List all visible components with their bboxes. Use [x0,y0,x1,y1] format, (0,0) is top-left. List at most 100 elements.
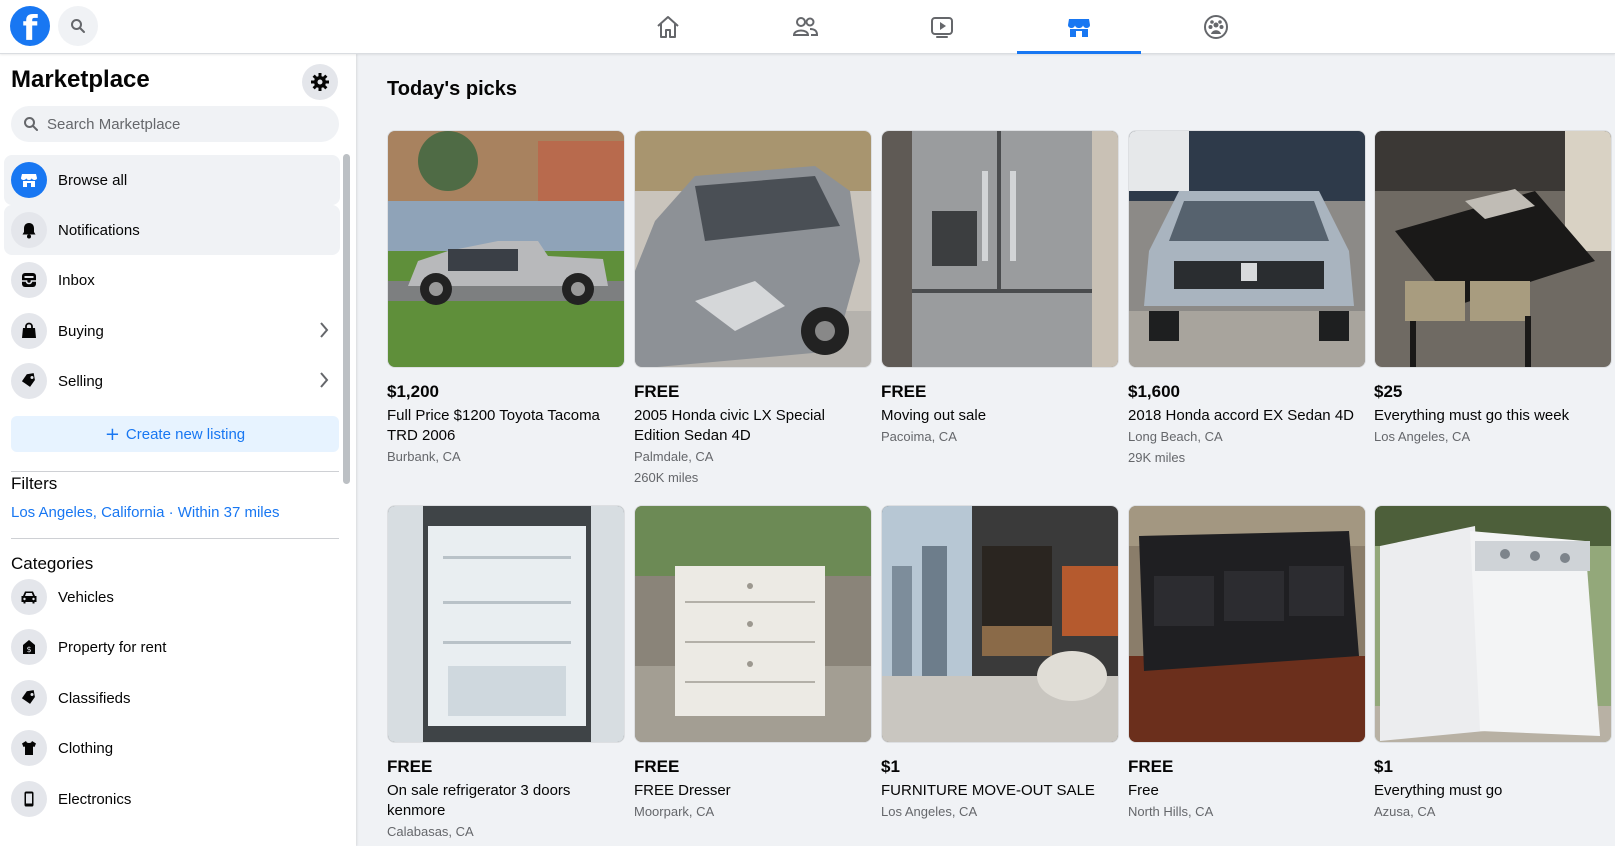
listing-price: $25 [1374,382,1403,401]
categories-heading: Categories [11,554,94,573]
sidebar-item-browse-all[interactable]: Browse all [4,155,340,205]
listing-price: FREE [634,382,680,401]
listing-photo[interactable] [634,505,872,743]
washer-dryer-photo [1375,506,1611,742]
sidebar-item-label: Notifications [58,221,140,239]
category-clothing[interactable]: Clothing [4,723,340,773]
listing-price: FREE [387,757,433,776]
location-filter-link[interactable]: Los Angeles, California · Within 37 mile… [11,504,279,521]
listing-price: $1,600 [1128,382,1180,401]
tab-watch[interactable] [880,0,1004,54]
listing-photo[interactable] [1374,505,1612,743]
facebook-logo-letter: f [22,9,38,46]
listing-card[interactable]: FREE FREE Dresser Moorpark, CA [634,505,872,821]
search-icon [24,117,38,131]
tab-friends[interactable] [743,0,867,54]
dining-table-photo [1375,131,1611,367]
category-label: Property for rent [58,638,167,656]
tab-groups[interactable] [1154,0,1278,54]
listing-photo[interactable] [881,505,1119,743]
listing-card[interactable]: FREE Moving out sale Pacoima, CA [881,130,1119,446]
search-marketplace-field[interactable] [11,106,339,142]
listing-card[interactable]: FREE On sale refrigerator 3 doors kenmor… [387,505,625,841]
category-electronics[interactable]: Electronics [4,774,340,824]
page-title: Today's picks [387,78,517,100]
plus-icon: + [104,423,120,445]
category-label: Clothing [58,739,114,757]
listing-mileage: 29K miles [1128,450,1186,465]
search-icon [71,19,85,33]
category-label: Classifieds [58,689,131,707]
sidebar-title: Marketplace [11,66,150,93]
listing-title: FURNITURE MOVE-OUT SALE [881,782,1095,799]
sidebar-item-label: Selling [58,372,104,390]
sidebar-item-selling[interactable]: Selling [4,356,340,406]
top-navigation-bar: f [0,0,1615,54]
gear-icon [311,73,329,91]
listing-photo[interactable] [1128,505,1366,743]
home-icon [657,16,679,38]
listing-photo[interactable] [881,130,1119,368]
search-marketplace-input[interactable] [47,115,317,133]
listing-location: Calabasas, CA [387,824,474,839]
category-vehicles[interactable]: Vehicles [4,572,340,622]
listing-photo[interactable] [634,130,872,368]
create-new-listing-button[interactable]: + Create new listing [11,416,339,452]
listing-title: Moving out sale [881,407,987,424]
truck-photo [388,131,624,367]
living-room-photo [882,506,1118,742]
listing-location: Los Angeles, CA [881,804,978,819]
listing-photo[interactable] [1128,130,1366,368]
category-label: Vehicles [58,588,114,606]
listing-location: North Hills, CA [1128,804,1214,819]
listing-price: $1 [1374,757,1393,776]
listing-card[interactable]: $1 Everything must go Azusa, CA [1374,505,1612,821]
sidebar-item-label: Inbox [58,271,95,289]
sidebar-item-notifications[interactable]: Notifications [4,205,340,255]
listing-card[interactable]: $1,600 2018 Honda accord EX Sedan 4D Lon… [1128,130,1366,467]
listing-photo[interactable] [387,130,625,368]
listing-location: Los Angeles, CA [1374,429,1471,444]
chevron-right-icon [320,322,329,338]
inbox-icon [11,262,47,298]
listing-photo[interactable] [1374,130,1612,368]
listing-title: On sale refrigerator 3 doors kenmore [387,782,571,819]
search-button[interactable] [58,6,98,46]
sidebar-scrollbar[interactable] [343,154,350,484]
listing-photo[interactable] [387,505,625,743]
listing-card[interactable]: FREE Free North Hills, CA [1128,505,1366,821]
listing-location: Pacoima, CA [881,429,957,444]
listing-title: Full Price $1200 Toyota Tacoma TRD 2006 [387,407,600,444]
chevron-right-icon [320,372,329,388]
listing-price: $1,200 [387,382,439,401]
listing-card[interactable]: FREE 2005 Honda civic LX Special Edition… [634,130,872,487]
facebook-logo[interactable]: f [10,6,50,46]
house-dollar-icon: $ [11,629,47,665]
listing-price: $1 [881,757,900,776]
listing-price: FREE [881,382,927,401]
shirt-icon [11,730,47,766]
category-property-for-rent[interactable]: $ Property for rent [4,622,340,672]
listing-title: 2018 Honda accord EX Sedan 4D [1128,407,1354,424]
listing-card[interactable]: $1 FURNITURE MOVE-OUT SALE Los Angeles, … [881,505,1119,821]
sidebar-item-label: Buying [58,322,104,340]
sidebar-item-buying[interactable]: Buying [4,306,340,356]
tab-marketplace[interactable] [1017,0,1141,54]
sidebar-item-inbox[interactable]: Inbox [4,255,340,305]
listing-card[interactable]: $25 Everything must go this week Los Ang… [1374,130,1612,446]
filters-heading: Filters [11,474,58,493]
listing-location: Moorpark, CA [634,804,715,819]
listing-title: FREE Dresser [634,782,731,799]
shopping-bag-icon [11,313,47,349]
tag-icon [11,363,47,399]
listing-card[interactable]: $1,200 Full Price $1200 Toyota Tacoma TR… [387,130,625,466]
category-classifieds[interactable]: Classifieds [4,673,340,723]
marketplace-sidebar: Marketplace Browse all Notifications Inb… [0,54,356,846]
divider [11,471,339,472]
bell-icon [11,212,47,248]
settings-button[interactable] [302,64,338,100]
tab-home[interactable] [606,0,730,54]
phone-icon [11,781,47,817]
honda-accord-photo [1129,131,1365,367]
tag-icon [11,680,47,716]
